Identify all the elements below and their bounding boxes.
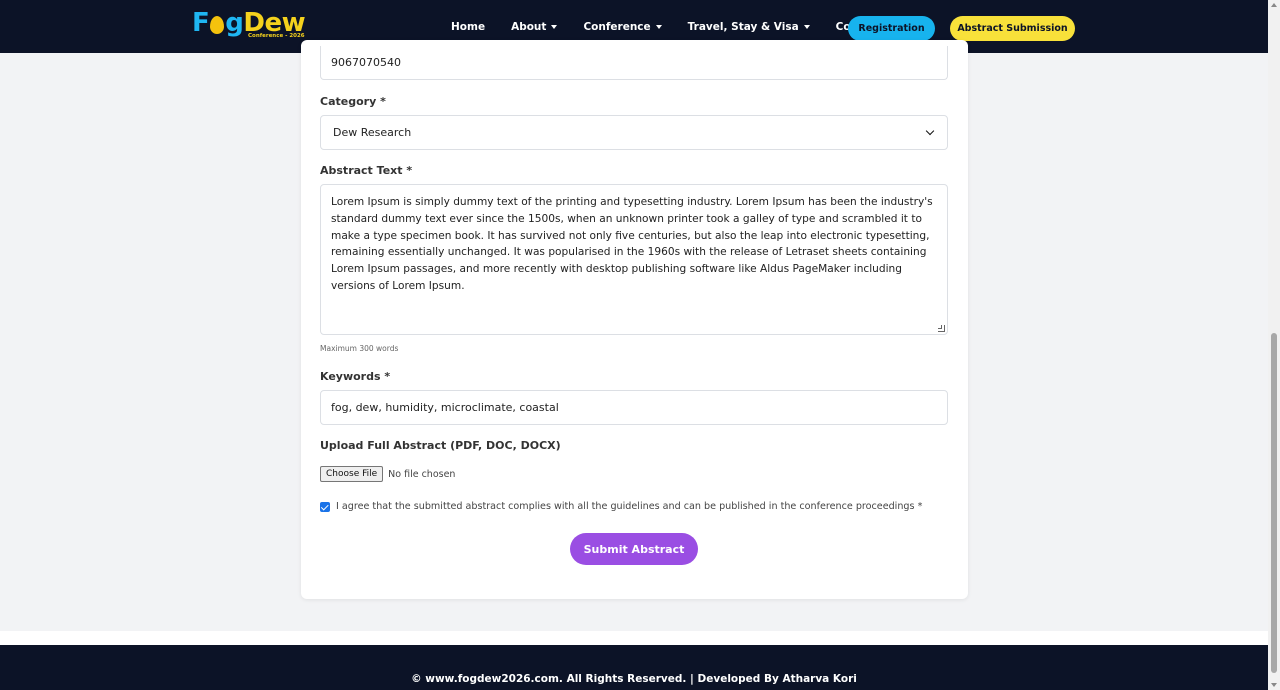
nav-home[interactable]: Home (451, 21, 485, 33)
logo-subtitle: Conference - 2026 (248, 33, 305, 39)
chevron-down-icon (803, 24, 810, 29)
footer-spacer (0, 631, 1268, 645)
agree-text: I agree that the submitted abstract comp… (336, 500, 923, 512)
file-status: No file chosen (388, 468, 456, 480)
category-label: Category * (320, 95, 386, 108)
nav-travel-label: Travel, Stay & Visa (687, 20, 799, 33)
chevron-down-icon (925, 126, 935, 135)
abstract-text-value: Lorem Ipsum is simply dummy text of the … (331, 196, 933, 292)
agreement-row: I agree that the submitted abstract comp… (320, 500, 922, 512)
scrollbar-thumb[interactable] (1271, 333, 1277, 673)
abstract-text-label: Abstract Text * (320, 164, 413, 177)
abstract-word-limit-hint: Maximum 300 words (320, 344, 399, 353)
keywords-input[interactable]: fog, dew, humidity, microclimate, coasta… (320, 390, 948, 425)
nav-home-label: Home (451, 20, 486, 33)
abstract-textarea[interactable]: Lorem Ipsum is simply dummy text of the … (320, 184, 948, 335)
nav-about[interactable]: About (511, 20, 558, 33)
agree-checkbox[interactable] (320, 502, 330, 512)
page-scrollbar[interactable] (1268, 0, 1280, 690)
scroll-up-icon[interactable] (1271, 3, 1277, 7)
resize-handle-icon[interactable] (938, 325, 945, 332)
site-footer: © www.fogdew2026.com. All Rights Reserve… (0, 645, 1268, 690)
chevron-down-icon (551, 24, 558, 29)
upload-abstract-label: Upload Full Abstract (PDF, DOC, DOCX) (320, 439, 561, 452)
logo-fog-g: g (225, 8, 244, 38)
category-select[interactable]: Dew Research (320, 115, 948, 150)
nav-about-label: About (511, 20, 547, 33)
water-drop-icon (210, 16, 225, 34)
registration-button[interactable]: Registration (848, 16, 935, 41)
abstract-submission-button[interactable]: Abstract Submission (950, 16, 1075, 41)
chevron-down-icon (655, 24, 662, 29)
footer-copyright: © www.fogdew2026.com. All Rights Reserve… (411, 673, 857, 685)
submit-abstract-button[interactable]: Submit Abstract (570, 533, 698, 565)
keywords-label: Keywords * (320, 370, 391, 383)
site-logo[interactable]: F g Dew Conference - 2026 (192, 8, 306, 44)
file-upload: Choose File No file chosen (320, 466, 455, 482)
logo-fog-f: F (192, 8, 210, 38)
contact-number-value: 9067070540 (331, 56, 401, 69)
scroll-down-icon[interactable] (1271, 683, 1277, 687)
contact-number-input[interactable]: 9067070540 (320, 46, 948, 80)
choose-file-button[interactable]: Choose File (320, 466, 384, 482)
nav-travel-stay-visa[interactable]: Travel, Stay & Visa (688, 21, 810, 33)
nav-conference[interactable]: Conference (583, 20, 662, 33)
category-selected-value: Dew Research (333, 126, 412, 139)
keywords-value: fog, dew, humidity, microclimate, coasta… (331, 401, 559, 414)
nav-conference-label: Conference (583, 20, 651, 33)
